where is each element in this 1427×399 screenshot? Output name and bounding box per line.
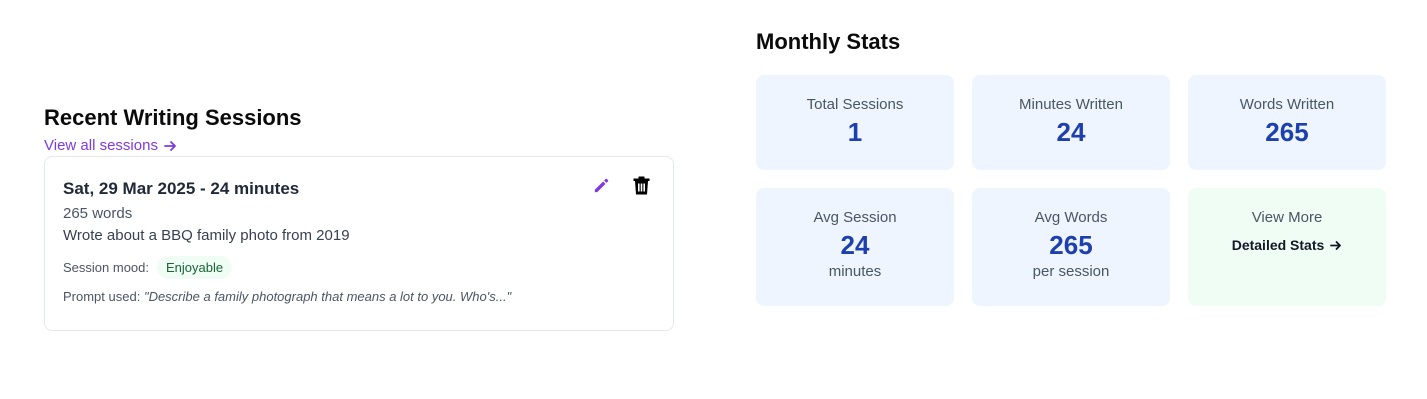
session-prompt-row: Prompt used: "Describe a family photogra… <box>63 289 655 304</box>
view-more-label: View More <box>1251 209 1323 226</box>
detailed-stats-link[interactable]: Detailed Stats <box>1232 237 1343 253</box>
session-prompt-label: Prompt used: <box>63 289 141 304</box>
trash-icon[interactable] <box>631 175 651 195</box>
arrow-right-icon <box>1330 240 1342 250</box>
stats-grid: Total Sessions 1 Minutes Written 24 Word… <box>756 75 1386 306</box>
session-mood-label: Session mood: <box>63 260 149 275</box>
pencil-icon[interactable] <box>591 175 611 195</box>
monthly-stats-section: Monthly Stats Total Sessions 1 Minutes W… <box>756 28 1386 306</box>
session-description: Wrote about a BBQ family photo from 2019 <box>63 227 350 244</box>
recent-sessions-title: Recent Writing Sessions <box>44 105 302 130</box>
arrow-right-icon <box>164 141 176 151</box>
recent-sessions-section: Recent Writing Sessions View all session… <box>44 104 674 331</box>
monthly-stats-title: Monthly Stats <box>756 29 901 54</box>
stat-unit: per session <box>1032 263 1110 280</box>
stat-unit: minutes <box>828 263 882 280</box>
stat-tile-minutes-written: Minutes Written 24 <box>972 75 1170 170</box>
stat-value: 265 <box>1049 230 1093 260</box>
stat-label: Total Sessions <box>806 96 904 113</box>
stat-label: Avg Session <box>813 209 897 226</box>
stat-value: 24 <box>840 230 870 260</box>
stat-value: 24 <box>1056 117 1086 147</box>
session-title: Sat, 29 Mar 2025 - 24 minutes <box>63 179 300 198</box>
session-prompt-text: "Describe a family photograph that means… <box>143 289 512 304</box>
stat-label: Avg Words <box>1034 209 1108 226</box>
stat-label: Minutes Written <box>1019 96 1123 113</box>
view-all-sessions-link[interactable]: View all sessions <box>44 137 177 155</box>
stat-tile-total-sessions: Total Sessions 1 <box>756 75 954 170</box>
stat-tile-avg-session: Avg Session 24 minutes <box>756 188 954 306</box>
detailed-stats-label: Detailed Stats <box>1231 237 1325 253</box>
view-all-sessions-label: View all sessions <box>44 137 158 154</box>
stat-tile-avg-words: Avg Words 265 per session <box>972 188 1170 306</box>
session-mood-row: Session mood: Enjoyable <box>63 256 655 279</box>
session-mood-badge: Enjoyable <box>157 256 233 279</box>
stat-tile-words-written: Words Written 265 <box>1188 75 1386 170</box>
session-word-count: 265 words <box>63 205 133 222</box>
session-actions <box>591 175 651 195</box>
stat-value: 1 <box>847 117 863 147</box>
stat-value: 265 <box>1265 117 1309 147</box>
dashboard: Recent Writing Sessions View all session… <box>0 0 1427 399</box>
stat-label: Words Written <box>1239 96 1335 113</box>
session-card: Sat, 29 Mar 2025 - 24 minutes 265 words … <box>44 156 674 331</box>
view-more-stats-tile[interactable]: View More Detailed Stats <box>1188 188 1386 306</box>
